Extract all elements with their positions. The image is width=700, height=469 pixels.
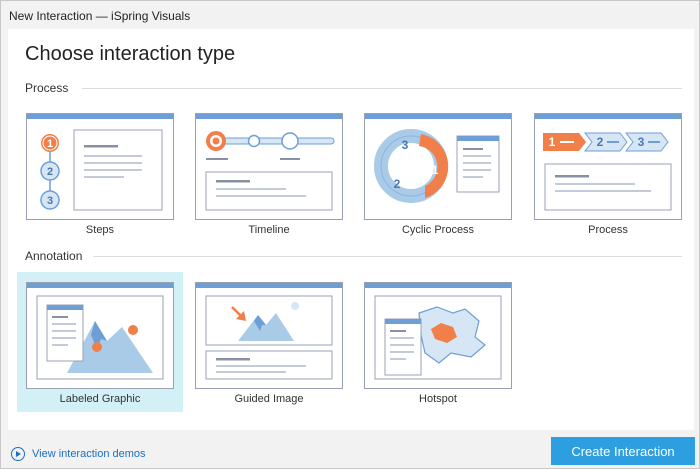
process-step-2: 2 (597, 135, 604, 149)
process-step-3: 3 (638, 135, 645, 149)
cycle-number-2: 2 (394, 177, 401, 191)
section-divider (82, 88, 682, 89)
section-divider (93, 256, 682, 257)
card-labeled-graphic[interactable]: Labeled Graphic (17, 272, 183, 412)
step-3-number: 3 (47, 195, 53, 207)
card-guided-image[interactable]: Guided Image (186, 272, 352, 412)
title-bar: New Interaction — iSpring Visuals (1, 1, 699, 29)
steps-thumbnail: 1 2 3 (26, 113, 174, 220)
section-label-annotation: Annotation (25, 249, 83, 263)
card-label-process: Process (588, 224, 628, 236)
dialog-footer: View interaction demos Create Interactio… (1, 431, 699, 468)
play-circle-icon (11, 447, 25, 461)
card-label-labeled-graphic: Labeled Graphic (59, 393, 141, 405)
timeline-thumbnail (195, 113, 343, 220)
guided-image-thumbnail (195, 282, 343, 389)
view-demos-label: View interaction demos (32, 448, 146, 460)
card-process[interactable]: 1 2 3 Process (525, 103, 691, 243)
card-label-guided-image: Guided Image (234, 393, 304, 405)
card-label-cyclic-process: Cyclic Process (401, 224, 475, 236)
process-step-1: 1 (549, 135, 556, 149)
cyclic-process-thumbnail: 3 1 2 (364, 113, 512, 220)
card-label-timeline: Timeline (248, 224, 290, 236)
step-2-number: 2 (47, 166, 53, 178)
window-title: New Interaction — iSpring Visuals (9, 9, 191, 23)
labeled-graphic-thumbnail (26, 282, 174, 389)
card-label-hotspot: Hotspot (419, 393, 457, 405)
card-cyclic-process[interactable]: 3 1 2 Cyclic Process (355, 103, 521, 243)
hotspot-thumbnail (364, 282, 512, 389)
step-1-number: 1 (47, 138, 53, 150)
content-panel: Choose interaction type Process 1 2 3 St… (8, 29, 694, 430)
cycle-number-1: 1 (432, 163, 439, 177)
card-hotspot[interactable]: Hotspot (355, 272, 521, 412)
section-label-process: Process (25, 81, 69, 95)
dialog-window: New Interaction — iSpring Visuals Choose… (0, 0, 700, 469)
view-demos-link[interactable]: View interaction demos (11, 447, 146, 461)
create-interaction-button[interactable]: Create Interaction (551, 437, 695, 465)
process-thumbnail: 1 2 3 (534, 113, 682, 220)
page-title: Choose interaction type (25, 43, 236, 65)
card-label-steps: Steps (85, 224, 115, 236)
card-steps[interactable]: 1 2 3 Steps (17, 103, 183, 243)
card-timeline[interactable]: Timeline (186, 103, 352, 243)
cycle-number-3: 3 (402, 138, 409, 152)
